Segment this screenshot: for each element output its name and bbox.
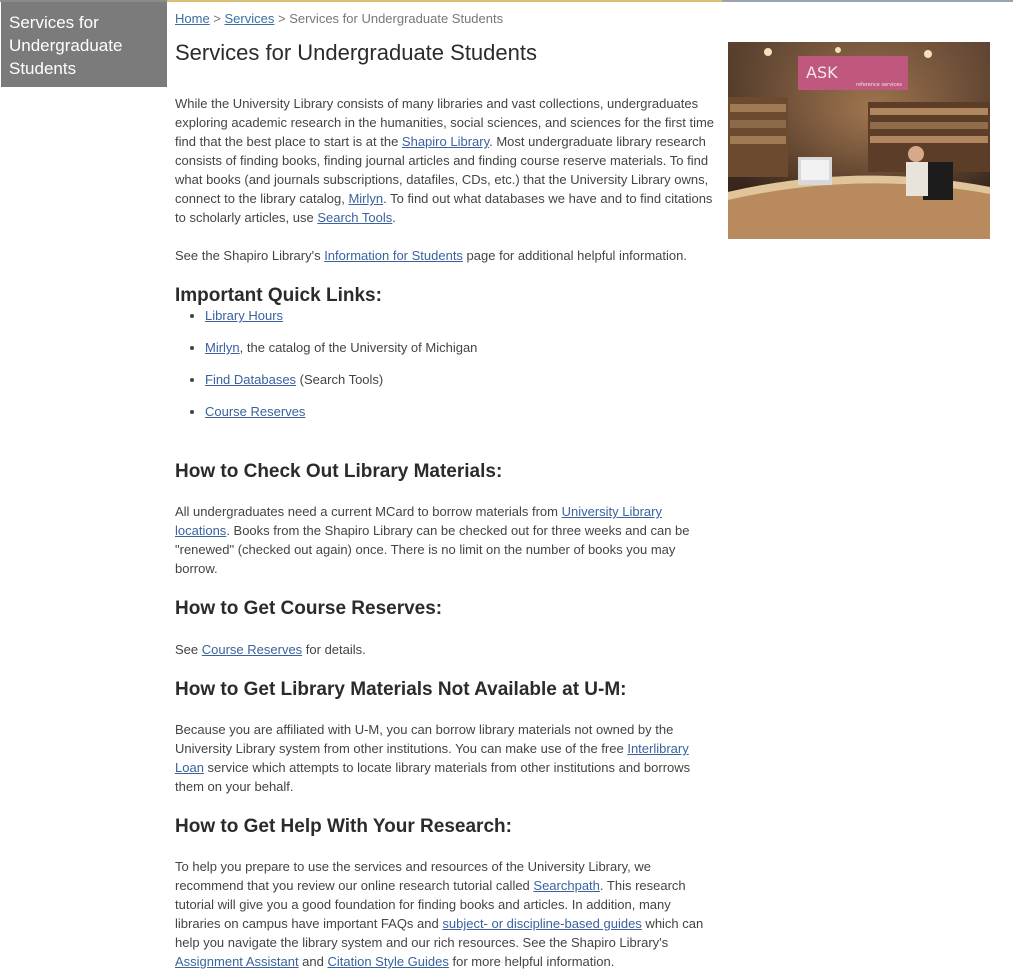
page-title: Services for Undergraduate Students (175, 40, 537, 65)
breadcrumb-separator: > (209, 11, 225, 26)
intro-paragraph: While the University Library consists of… (175, 94, 715, 227)
info-paragraph: See the Shapiro Library's Information fo… (175, 246, 715, 265)
list-item: Find Databases (Search Tools) (205, 370, 477, 402)
course-reserves-heading: How to Get Course Reserves: (175, 598, 443, 619)
mirlyn-link[interactable]: Mirlyn (348, 191, 383, 206)
quick-links-heading: Important Quick Links: (175, 285, 382, 306)
list-item: Mirlyn, the catalog of the University of… (205, 338, 477, 370)
checkout-paragraph: All undergraduates need a current MCard … (175, 502, 715, 578)
not-available-heading: How to Get Library Materials Not Availab… (175, 679, 627, 700)
course-reserves-paragraph: See Course Reserves for details. (175, 640, 715, 659)
research-help-paragraph: To help you prepare to use the services … (175, 857, 715, 971)
top-accent-segment (167, 0, 722, 2)
information-for-students-link[interactable]: Information for Students (324, 248, 463, 263)
library-photo-illustration: ASK reference services (728, 42, 990, 239)
not-available-paragraph: Because you are affiliated with U-M, you… (175, 720, 715, 796)
breadcrumb-services-link[interactable]: Services (225, 11, 275, 26)
not-available-text: service which attempts to locate library… (175, 760, 691, 794)
breadcrumb-separator: > (274, 11, 290, 26)
not-available-text: Because you are affiliated with U-M, you… (175, 722, 674, 756)
shapiro-library-link[interactable]: Shapiro Library (402, 134, 489, 149)
reserves-text: for details. (302, 642, 366, 657)
info-text: See the Shapiro Library's (175, 248, 325, 263)
list-item-text: , the catalog of the University of Michi… (239, 340, 478, 355)
research-help-heading: How to Get Help With Your Research: (175, 816, 512, 837)
ask-sign-label: ASK (806, 63, 838, 82)
breadcrumb-current: Services for Undergraduate Students (289, 11, 504, 26)
list-item-text: (Search Tools) (296, 372, 384, 387)
mirlyn-catalog-link[interactable]: Mirlyn (205, 340, 240, 355)
list-item: Library Hours (205, 306, 477, 338)
subject-guides-link[interactable]: subject- or discipline-based guides (442, 916, 641, 931)
find-databases-link[interactable]: Find Databases (205, 372, 296, 387)
reserves-text: See (175, 642, 202, 657)
info-text: page for additional helpful information. (462, 248, 687, 263)
searchpath-link[interactable]: Searchpath (533, 878, 600, 893)
checkout-text: . Books from the Shapiro Library can be … (175, 523, 690, 576)
course-reserves-link[interactable]: Course Reserves (205, 404, 305, 419)
library-photo: ASK reference services (728, 42, 990, 239)
list-item: Course Reserves (205, 402, 477, 434)
library-hours-link[interactable]: Library Hours (205, 308, 283, 323)
breadcrumb: Home > Services > Services for Undergrad… (175, 11, 503, 26)
course-reserves-details-link[interactable]: Course Reserves (202, 642, 302, 657)
checkout-heading: How to Check Out Library Materials: (175, 461, 503, 482)
intro-text: . (392, 210, 396, 225)
quick-links-list: Library Hours Mirlyn, the catalog of the… (175, 306, 477, 434)
sidebar-section-title: Services for Undergraduate Students (1, 2, 167, 87)
ask-sign-sublabel: reference services (856, 82, 902, 88)
breadcrumb-home-link[interactable]: Home (175, 11, 210, 26)
checkout-text: All undergraduates need a current MCard … (175, 504, 562, 519)
search-tools-link[interactable]: Search Tools (317, 210, 392, 225)
top-accent-segment (722, 0, 1013, 2)
